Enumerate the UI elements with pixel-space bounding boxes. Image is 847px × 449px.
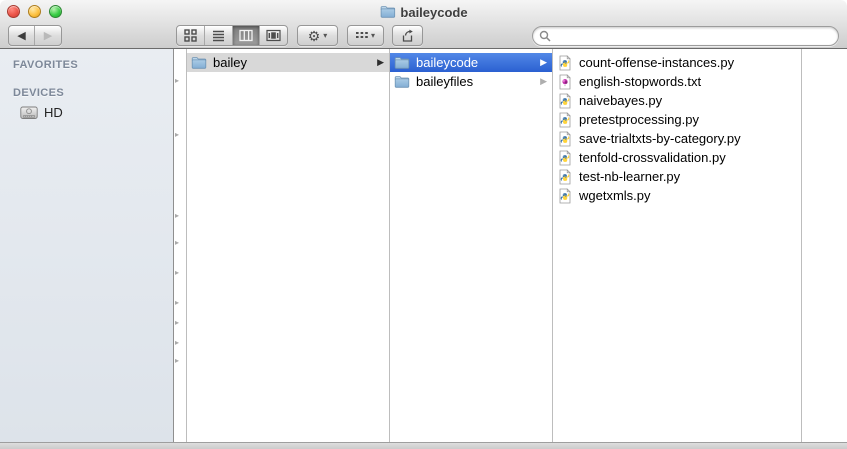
disclosure-arrow-icon [175, 130, 185, 139]
list-item[interactable]: count-offense-instances.py [553, 53, 801, 72]
column-view-icon [239, 29, 253, 42]
text-file-icon [557, 74, 573, 90]
minimize-button[interactable] [28, 5, 41, 18]
item-label: baileyfiles [416, 74, 540, 89]
traffic-lights [7, 5, 62, 18]
back-button[interactable]: ◀ [9, 26, 35, 45]
disclosure-arrow-icon [175, 268, 185, 277]
sidebar-section-devices: DEVICES [0, 87, 173, 103]
list-item[interactable]: wgetxmls.py [553, 186, 801, 205]
folder-icon [394, 55, 410, 71]
item-label: count-offense-instances.py [579, 55, 798, 70]
back-icon: ◀ [17, 29, 25, 42]
item-label: test-nb-learner.py [579, 169, 798, 184]
list-view-icon [212, 29, 225, 42]
disclosure-arrow-icon [175, 298, 185, 307]
coverflow-view-icon [266, 29, 281, 42]
python-file-icon [557, 169, 573, 185]
disclosure-arrow-icon [175, 76, 185, 85]
python-file-icon [557, 150, 573, 166]
list-item[interactable]: tenfold-crossvalidation.py [553, 148, 801, 167]
list-item[interactable]: english-stopwords.txt [553, 72, 801, 91]
zoom-button[interactable] [49, 5, 62, 18]
view-mode-switcher [176, 25, 288, 46]
window-title-label: baileycode [400, 5, 467, 20]
item-label: english-stopwords.txt [579, 74, 798, 89]
disclosure-arrow-icon [175, 338, 185, 347]
forward-button[interactable]: ▶ [35, 26, 61, 45]
share-button[interactable] [392, 25, 423, 46]
disclosure-arrow-icon [175, 356, 185, 365]
python-file-icon [557, 112, 573, 128]
disclosure-arrow-icon [377, 57, 384, 68]
main-area: FAVORITES DEVICES HD bailey baileycode [0, 49, 847, 442]
window-title: baileycode [379, 3, 467, 21]
item-label: naivebayes.py [579, 93, 798, 108]
share-icon [400, 29, 415, 43]
column-baileycode: baileycode baileyfiles [390, 49, 553, 442]
forward-icon: ▶ [44, 29, 52, 42]
arrange-icon [356, 31, 368, 41]
column-files: count-offense-instances.py english-stopw… [553, 49, 802, 442]
chevron-down-icon: ▾ [323, 31, 327, 40]
icon-view-icon [184, 29, 197, 42]
nav-buttons: ◀ ▶ [8, 25, 62, 46]
list-view-button[interactable] [205, 26, 233, 45]
icon-view-button[interactable] [177, 26, 205, 45]
close-button[interactable] [7, 5, 20, 18]
arrange-menu-button[interactable]: ▾ [347, 25, 384, 46]
folder-icon [191, 55, 207, 71]
search-field[interactable] [532, 26, 839, 46]
item-label: bailey [213, 55, 377, 70]
title-and-toolbar: baileycode ◀ ▶ [0, 0, 847, 49]
disclosure-arrow-icon [175, 318, 185, 327]
coverflow-view-button[interactable] [260, 26, 287, 45]
disclosure-arrow-icon [540, 76, 547, 87]
search-input[interactable] [555, 29, 832, 43]
list-item[interactable]: bailey [187, 53, 389, 72]
column-bailey: bailey [187, 49, 390, 442]
list-item[interactable]: naivebayes.py [553, 91, 801, 110]
sidebar-item-hd[interactable]: HD [0, 103, 173, 122]
list-item[interactable]: pretestprocessing.py [553, 110, 801, 129]
item-label: save-trialtxts-by-category.py [579, 131, 798, 146]
disclosure-arrow-icon [175, 211, 185, 220]
scrolled-parent-column[interactable] [174, 49, 187, 442]
gear-icon: ⚙ [308, 29, 321, 43]
disclosure-arrow-icon [175, 238, 185, 247]
item-label: baileycode [416, 55, 540, 70]
finder-window: baileycode ◀ ▶ [0, 0, 847, 449]
item-label: wgetxmls.py [579, 188, 798, 203]
item-label: tenfold-crossvalidation.py [579, 150, 798, 165]
folder-icon [379, 4, 395, 20]
folder-icon [394, 74, 410, 90]
column-view-button[interactable] [233, 26, 261, 45]
python-file-icon [557, 93, 573, 109]
hard-drive-icon [20, 106, 38, 120]
list-item[interactable]: test-nb-learner.py [553, 167, 801, 186]
python-file-icon [557, 131, 573, 147]
sidebar-section-favorites: FAVORITES [0, 59, 173, 75]
column-empty [802, 49, 847, 442]
list-item[interactable]: baileycode [390, 53, 552, 72]
disclosure-arrow-icon [540, 57, 547, 68]
search-icon [539, 30, 551, 42]
item-label: pretestprocessing.py [579, 112, 798, 127]
python-file-icon [557, 188, 573, 204]
list-item[interactable]: baileyfiles [390, 72, 552, 91]
sidebar: FAVORITES DEVICES HD [0, 49, 174, 442]
sidebar-item-label: HD [44, 105, 63, 120]
action-menu-button[interactable]: ⚙ ▾ [297, 25, 338, 46]
chevron-down-icon: ▾ [371, 31, 375, 40]
status-bar [0, 442, 847, 449]
python-file-icon [557, 55, 573, 71]
list-item[interactable]: save-trialtxts-by-category.py [553, 129, 801, 148]
